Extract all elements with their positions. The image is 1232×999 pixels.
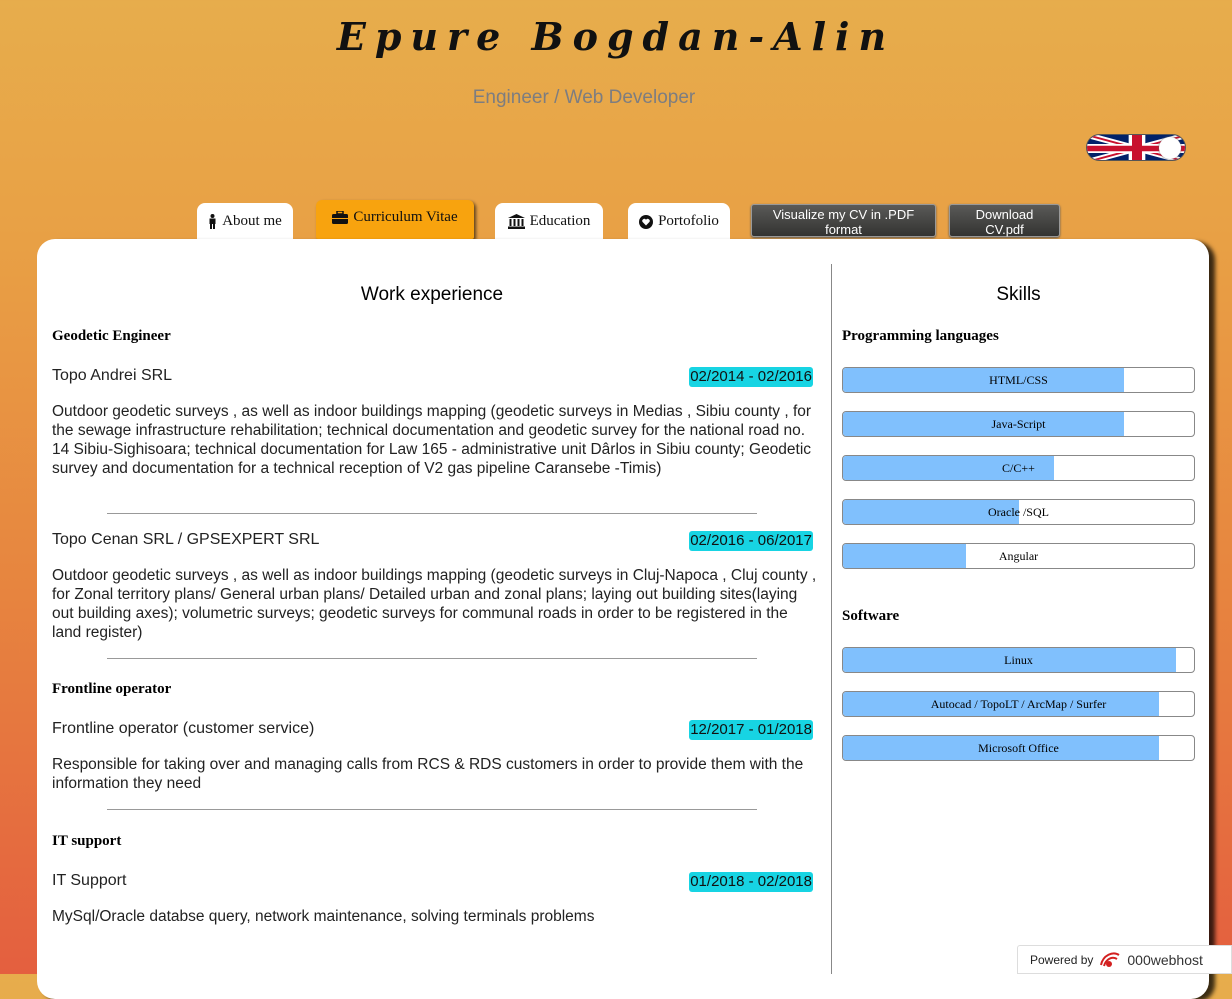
skill-label: Autocad / TopoLT / ArcMap / Surfer [930,697,1107,711]
powered-by-label: Powered by [1030,952,1094,967]
skills-heading: Skills [996,284,1041,305]
toggle-knob[interactable] [1159,137,1181,159]
company-name: Topo Andrei SRL [52,367,173,384]
briefcase-icon [332,211,349,224]
tab-label: Education [529,213,591,229]
powered-by-badge[interactable]: Powered by 000webhost [1017,945,1232,974]
button-label-line: Download [975,207,1034,222]
skill-bar-angular: Angular [842,543,1195,569]
job-title: Frontline operator [52,681,172,697]
tab-curriculum-vitae[interactable]: Curriculum Vitae [316,200,474,239]
job-description: Outdoor geodetic surveys , as well as in… [52,403,812,477]
download-cv-button[interactable]: Download CV.pdf [949,204,1060,237]
work-experience-heading: Work experience [360,284,504,305]
skill-label: Oracle /SQL [988,505,1049,519]
tab-portofolio[interactable]: Portofolio [628,203,730,240]
skill-bar-linux: Linux [842,647,1195,673]
entry-divider [107,513,757,514]
skill-label: Java-Script [991,417,1046,431]
skill-bar-html-css: HTML/CSS [842,367,1195,393]
date-badge: 02/2014 - 02/2016 [689,367,813,387]
tab-label: Curriculum Vitae [353,209,458,225]
date-badge: 02/2016 - 06/2017 [689,531,813,551]
tab-about-me[interactable]: About me [197,203,293,240]
job-title: Geodetic Engineer [52,328,171,344]
skill-bar-microsoft-office: Microsoft Office [842,735,1195,761]
job-description: MySql/Oracle databse query, network main… [52,908,595,925]
skill-bar-autocad: Autocad / TopoLT / ArcMap / Surfer [842,691,1195,717]
bank-icon [507,214,525,229]
company-name: Frontline operator (customer service) [52,720,315,737]
skill-bar-oracle-sql: Oracle /SQL [842,499,1195,525]
button-label-line: Visualize my CV in .PDF [772,207,915,222]
tab-education[interactable]: Education [495,203,603,240]
heart-icon [639,214,654,229]
skill-label: Microsoft Office [978,741,1059,755]
entry-divider [107,809,757,810]
programming-languages-heading: Programming languages [842,328,999,344]
software-heading: Software [842,608,900,624]
person-icon [209,214,216,229]
skill-label: C/C++ [1002,461,1035,475]
tab-label: Portofolio [658,213,719,229]
visualize-cv-pdf-button[interactable]: Visualize my CV in .PDF format [751,204,936,237]
skill-label: Linux [1004,653,1033,667]
date-badge: 01/2018 - 02/2018 [689,872,813,892]
date-badge: 12/2017 - 01/2018 [689,720,813,740]
skill-label: Angular [998,549,1039,563]
button-label-line: CV.pdf [985,222,1024,237]
job-description: Outdoor geodetic surveys , as well as in… [52,567,817,641]
button-label-line: format [825,222,862,237]
company-name: Topo Cenan SRL / GPSEXPERT SRL [52,531,320,548]
host-logo-icon [1100,951,1120,967]
site-subtitle: Engineer / Web Developer [472,87,696,108]
host-brand: 000webhost [1127,951,1203,968]
company-name: IT Support [52,872,127,889]
site-owner-name: Epure Bogdan-Alin [336,14,896,59]
tab-label: About me [222,213,282,229]
job-description: Responsible for taking over and managing… [52,756,804,792]
skill-bar-c-cpp: C/C++ [842,455,1195,481]
job-title: IT support [52,833,122,849]
column-divider [831,264,832,974]
skill-label: HTML/CSS [989,373,1048,387]
entry-divider [107,658,757,659]
skill-bar-javascript: Java-Script [842,411,1195,437]
